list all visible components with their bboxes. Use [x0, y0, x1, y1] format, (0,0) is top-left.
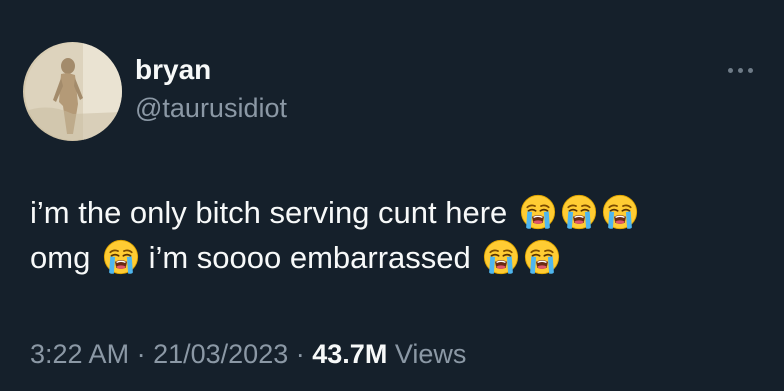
loudly-crying-face-icon: [482, 238, 520, 276]
more-horizontal-icon: [747, 67, 753, 73]
tweet-line-1: i’m the only bitch serving cunt here: [30, 190, 770, 235]
loudly-crying-face-icon: [102, 238, 140, 276]
separator: ·: [136, 339, 146, 369]
separator: ·: [295, 339, 305, 369]
tweet-text: i’m the only bitch serving cunt here omg…: [30, 190, 770, 280]
tweet-time[interactable]: 3:22 AM: [30, 339, 129, 369]
more-horizontal-icon: [737, 67, 743, 73]
tweet-text-segment: omg: [30, 240, 91, 275]
more-horizontal-icon: [727, 67, 733, 73]
more-options-button[interactable]: [722, 58, 758, 82]
tweet-date[interactable]: 21/03/2023: [153, 339, 288, 369]
tweet-metadata: 3:22 AM · 21/03/2023 · 43.7M Views: [30, 337, 466, 371]
tweet-line-2: omg i’m soooo embarrassed: [30, 235, 770, 280]
loudly-crying-face-icon: [560, 193, 598, 231]
views-label[interactable]: Views: [395, 339, 467, 369]
tweet-text-segment: i’m soooo embarrassed: [148, 240, 471, 275]
loudly-crying-face-icon: [519, 193, 557, 231]
views-count[interactable]: 43.7M: [312, 339, 387, 369]
loudly-crying-face-icon: [523, 238, 561, 276]
avatar[interactable]: [23, 42, 122, 141]
loudly-crying-face-icon: [601, 193, 639, 231]
author-handle[interactable]: @taurusidiot: [135, 92, 287, 124]
author-display-name[interactable]: bryan: [135, 53, 211, 87]
tweet-text-segment: i’m the only bitch serving cunt here: [30, 195, 508, 230]
